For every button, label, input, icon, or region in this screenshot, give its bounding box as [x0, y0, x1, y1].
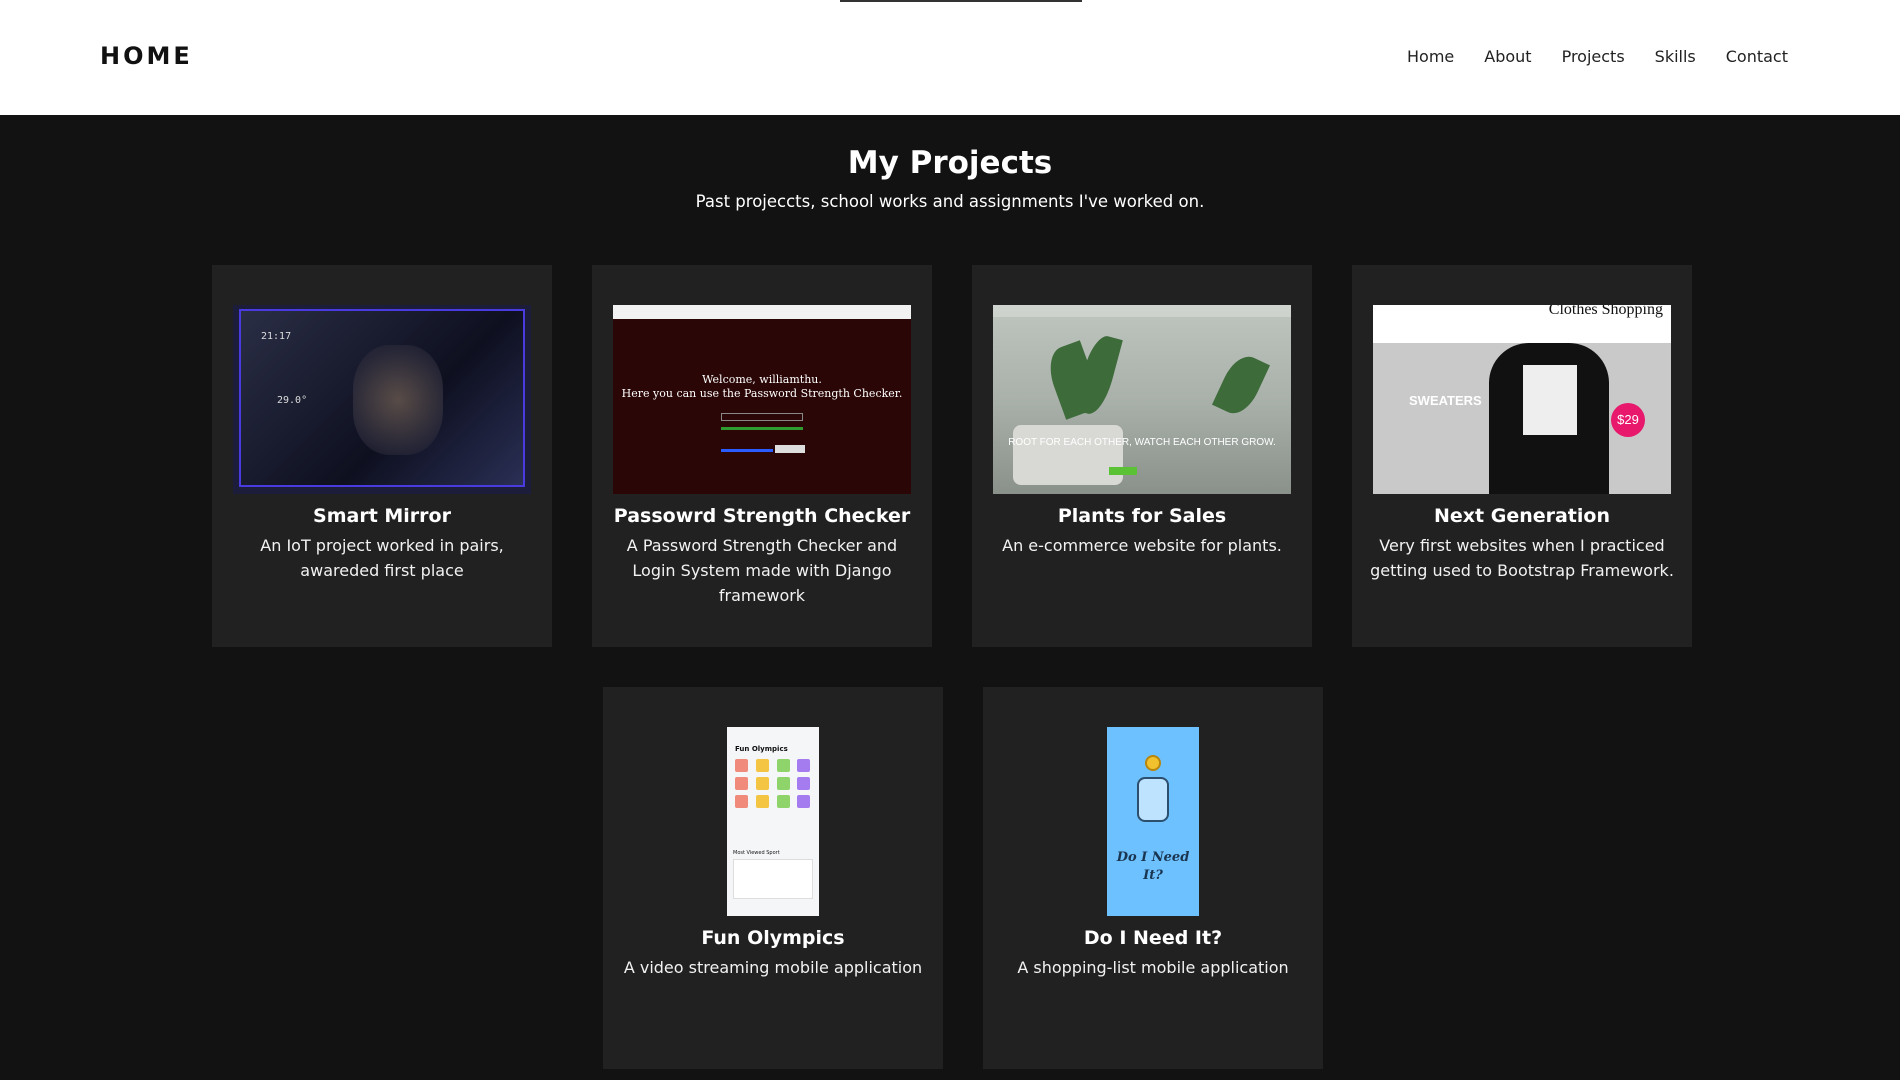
project-title: Plants for Sales — [1057, 505, 1227, 527]
thumbnail-welcome-text: Welcome, williamthu. Here you can use th… — [621, 373, 903, 400]
thumbnail-app-title: Do I Need It? — [1116, 850, 1190, 883]
mirror-temperature: 29.0° — [277, 395, 308, 406]
thumbnail-slogan: ROOT FOR EACH OTHER, WATCH EACH OTHER GR… — [1008, 437, 1276, 448]
thumbnail-most-viewed: Most Viewed Sport — [733, 850, 780, 856]
section-title: My Projects — [847, 145, 1053, 181]
most-viewed-panel — [733, 859, 813, 899]
thumbnail-navbar — [993, 305, 1291, 317]
project-thumbnail[interactable]: Do I Need It? — [1107, 727, 1199, 916]
project-card-smart-mirror[interactable]: 21:17 29.0° Smart Mirror An IoT project … — [212, 265, 552, 647]
brand-logo[interactable]: HOME — [100, 42, 193, 70]
project-title: Next Generation — [1433, 505, 1610, 527]
sport-icon-grid — [735, 759, 813, 808]
coin-icon — [1145, 755, 1161, 771]
project-description: Very first websites when I practiced get… — [1370, 536, 1674, 580]
thumbnail-progress-bar — [721, 449, 773, 452]
nav-link-about[interactable]: About — [1484, 47, 1531, 66]
project-thumbnail[interactable]: Welcome, williamthu. Here you can use th… — [613, 305, 911, 494]
thumbnail-cta-button — [1109, 467, 1137, 475]
project-description: A Password Strength Checker and Login Sy… — [626, 536, 898, 605]
project-card-next-generation[interactable]: Clothes Shopping SWEATERS $29 Next Gener… — [1352, 265, 1692, 647]
project-thumbnail[interactable]: 21:17 29.0° — [233, 305, 531, 494]
thumbnail-buttons — [775, 445, 805, 453]
jar-icon — [1137, 777, 1169, 822]
project-card-fun-olympics[interactable]: Fun Olympics Most Viewed Sport Fun Olymp… — [603, 687, 943, 1069]
thumbnail-topbar — [613, 305, 911, 319]
project-thumbnail[interactable]: ROOT FOR EACH OTHER, WATCH EACH OTHER GR… — [993, 305, 1291, 494]
top-navbar: HOME Home About Projects Skills Contact — [0, 0, 1900, 115]
price-badge: $29 — [1611, 403, 1645, 437]
thumbnail-password-field — [721, 413, 803, 421]
project-title: Fun Olympics — [701, 927, 845, 949]
top-accent-line — [840, 0, 1082, 2]
thumbnail-banner-text: SWEATERS — [1409, 393, 1482, 408]
thumbnail-header: Clothes Shopping — [1373, 305, 1671, 343]
nav-link-home[interactable]: Home — [1407, 47, 1454, 66]
nav-link-contact[interactable]: Contact — [1726, 47, 1788, 66]
main-nav: Home About Projects Skills Contact — [1407, 47, 1788, 66]
plant-leaf — [1212, 350, 1270, 420]
project-title: Smart Mirror — [313, 505, 451, 527]
nav-link-skills[interactable]: Skills — [1655, 47, 1696, 66]
project-title: Passowrd Strength Checker — [613, 505, 911, 527]
project-thumbnail[interactable]: Clothes Shopping SWEATERS $29 — [1373, 305, 1671, 494]
project-card-plants-for-sales[interactable]: ROOT FOR EACH OTHER, WATCH EACH OTHER GR… — [972, 265, 1312, 647]
project-description: An IoT project worked in pairs, awareded… — [260, 536, 504, 580]
project-thumbnail[interactable]: Fun Olympics Most Viewed Sport — [727, 727, 819, 916]
section-subtitle: Past projeccts, school works and assignm… — [695, 192, 1205, 211]
project-description: A video streaming mobile application — [623, 958, 923, 977]
sweater-print — [1523, 365, 1577, 435]
thumbnail-strength-bar — [721, 427, 803, 430]
thumbnail-header-text: Clothes Shopping — [1548, 305, 1663, 318]
reflection-shape — [353, 345, 443, 455]
project-card-password-checker[interactable]: Welcome, williamthu. Here you can use th… — [592, 265, 932, 647]
project-description: A shopping-list mobile application — [1017, 958, 1289, 977]
project-description: An e-commerce website for plants. — [1002, 536, 1282, 555]
project-card-do-i-need-it[interactable]: Do I Need It? Do I Need It? A shopping-l… — [983, 687, 1323, 1069]
nav-link-projects[interactable]: Projects — [1562, 47, 1625, 66]
mirror-clock: 21:17 — [261, 331, 292, 342]
plant-pot — [1013, 425, 1123, 485]
project-title: Do I Need It? — [1083, 927, 1223, 949]
thumbnail-app-title: Fun Olympics — [735, 745, 788, 753]
